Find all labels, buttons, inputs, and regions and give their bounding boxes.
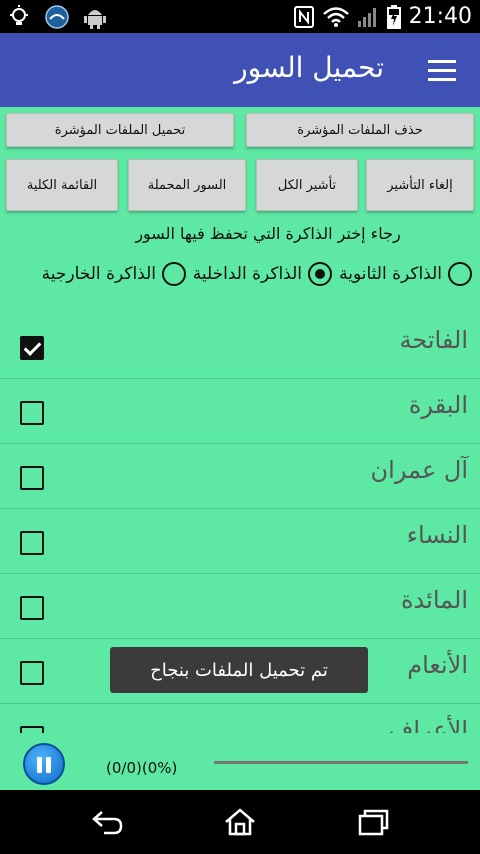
- surah-name: الأنعام: [407, 651, 468, 679]
- surah-checkbox[interactable]: [20, 466, 44, 490]
- surah-name: آل عمران: [370, 456, 468, 484]
- surah-checkbox[interactable]: [20, 336, 44, 360]
- status-bar: 21:40: [0, 0, 480, 33]
- radio-internal-storage[interactable]: الذاكرة الداخلية: [193, 262, 332, 286]
- downloaded-surahs-button[interactable]: السور المحملة: [128, 159, 246, 211]
- delete-marked-button[interactable]: حذف الملفات المؤشرة: [246, 113, 474, 147]
- list-item[interactable]: النساء: [0, 509, 480, 574]
- pause-icon: [46, 757, 51, 773]
- radio-circle: [308, 262, 332, 286]
- toast-message: تم تحميل الملفات بنجاح: [110, 647, 368, 693]
- surah-name: الفاتحة: [399, 326, 468, 354]
- surah-name: النساء: [406, 521, 468, 549]
- notification-icons: [8, 5, 106, 29]
- radio-external-storage[interactable]: الذاكرة الخارجية: [42, 262, 186, 286]
- back-icon[interactable]: [90, 808, 124, 836]
- list-item[interactable]: المائدة: [0, 574, 480, 639]
- nfc-icon: [293, 5, 314, 28]
- surah-name: البقرة: [408, 391, 468, 419]
- mark-all-button[interactable]: تأشير الكل: [256, 159, 358, 211]
- navigation-bar: [0, 790, 480, 854]
- surah-checkbox[interactable]: [20, 531, 44, 555]
- list-item[interactable]: آل عمران: [0, 444, 480, 509]
- clock: 21:40: [408, 4, 472, 29]
- android-icon: [84, 10, 106, 29]
- radio-label: الذاكرة الثانوية: [339, 264, 442, 284]
- wifi-icon: [322, 6, 349, 27]
- radio-secondary-storage[interactable]: الذاكرة الثانوية: [339, 262, 472, 286]
- quran-app-icon: [45, 5, 69, 29]
- pause-icon: [37, 757, 42, 773]
- progress-text: (0/0)(0%): [106, 759, 178, 777]
- hamburger-menu-icon[interactable]: [428, 60, 456, 82]
- app-bar: تحميل السور: [0, 33, 480, 107]
- pause-button[interactable]: [23, 743, 65, 785]
- player-bar: (0/0)(0%): [0, 733, 480, 790]
- surah-name: المائدة: [400, 586, 468, 614]
- storage-prompt: رجاء إختر الذاكرة التي تحفظ فيها السور: [135, 224, 401, 243]
- signal-icon: [357, 7, 376, 27]
- recent-apps-icon[interactable]: [356, 808, 390, 836]
- radio-circle: [448, 262, 472, 286]
- surah-checkbox[interactable]: [20, 401, 44, 425]
- list-item[interactable]: البقرة: [0, 379, 480, 444]
- radio-circle: [162, 262, 186, 286]
- unmark-button[interactable]: إلغاء التأشير: [366, 159, 474, 211]
- home-icon[interactable]: [223, 808, 257, 836]
- list-item[interactable]: الفاتحة: [0, 314, 480, 379]
- page-title: تحميل السور: [234, 51, 384, 84]
- system-status: 21:40: [293, 4, 472, 29]
- surah-checkbox[interactable]: [20, 661, 44, 685]
- radio-label: الذاكرة الخارجية: [41, 264, 156, 284]
- battery-charging-icon: [386, 4, 401, 29]
- download-marked-button[interactable]: تحميل الملفات المؤشرة: [6, 113, 234, 147]
- radio-label: الذاكرة الداخلية: [192, 264, 302, 284]
- surah-checkbox[interactable]: [20, 596, 44, 620]
- bulb-icon: [10, 5, 28, 25]
- full-list-button[interactable]: القائمة الكلية: [6, 159, 118, 211]
- progress-bar[interactable]: [214, 761, 468, 764]
- storage-options: الذاكرة الثانوية الذاكرة الداخلية الذاكر…: [0, 256, 480, 296]
